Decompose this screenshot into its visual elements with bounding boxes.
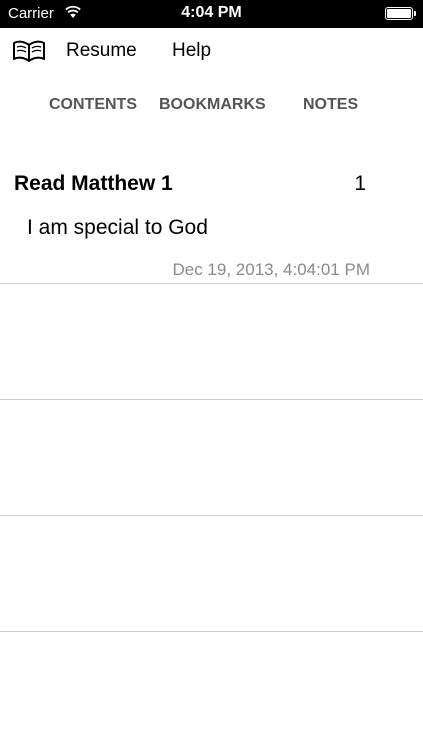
nav-bar: Resume Help — [0, 28, 423, 74]
note-text: I am special to God — [27, 216, 208, 239]
tab-bookmarks[interactable]: BOOKMARKS — [159, 96, 266, 114]
empty-row — [0, 400, 423, 515]
status-bar: Carrier 4:04 PM — [0, 0, 423, 28]
battery-fill — [387, 9, 411, 18]
note-date: Dec 19, 2013, 4:04:01 PM — [172, 260, 370, 279]
note-row[interactable]: Read Matthew 1 1 I am special to God Dec… — [0, 160, 423, 283]
battery-icon — [385, 7, 413, 20]
section-tabs: CONTENTS BOOKMARKS NOTES — [0, 96, 423, 122]
resume-button[interactable]: Resume — [66, 40, 137, 62]
tab-contents[interactable]: CONTENTS — [49, 96, 137, 114]
tab-notes[interactable]: NOTES — [303, 96, 358, 114]
open-book-icon[interactable] — [12, 39, 46, 63]
empty-row — [0, 284, 423, 399]
battery-tip — [414, 11, 416, 16]
status-time: 4:04 PM — [181, 4, 242, 21]
note-title: Read Matthew 1 — [14, 172, 173, 195]
empty-row — [0, 516, 423, 631]
notes-screen: Carrier 4:04 PM Resume Help CONTENTS BOO… — [0, 0, 423, 750]
help-button[interactable]: Help — [172, 40, 211, 62]
row-divider — [0, 631, 423, 632]
note-count: 1 — [354, 172, 366, 195]
